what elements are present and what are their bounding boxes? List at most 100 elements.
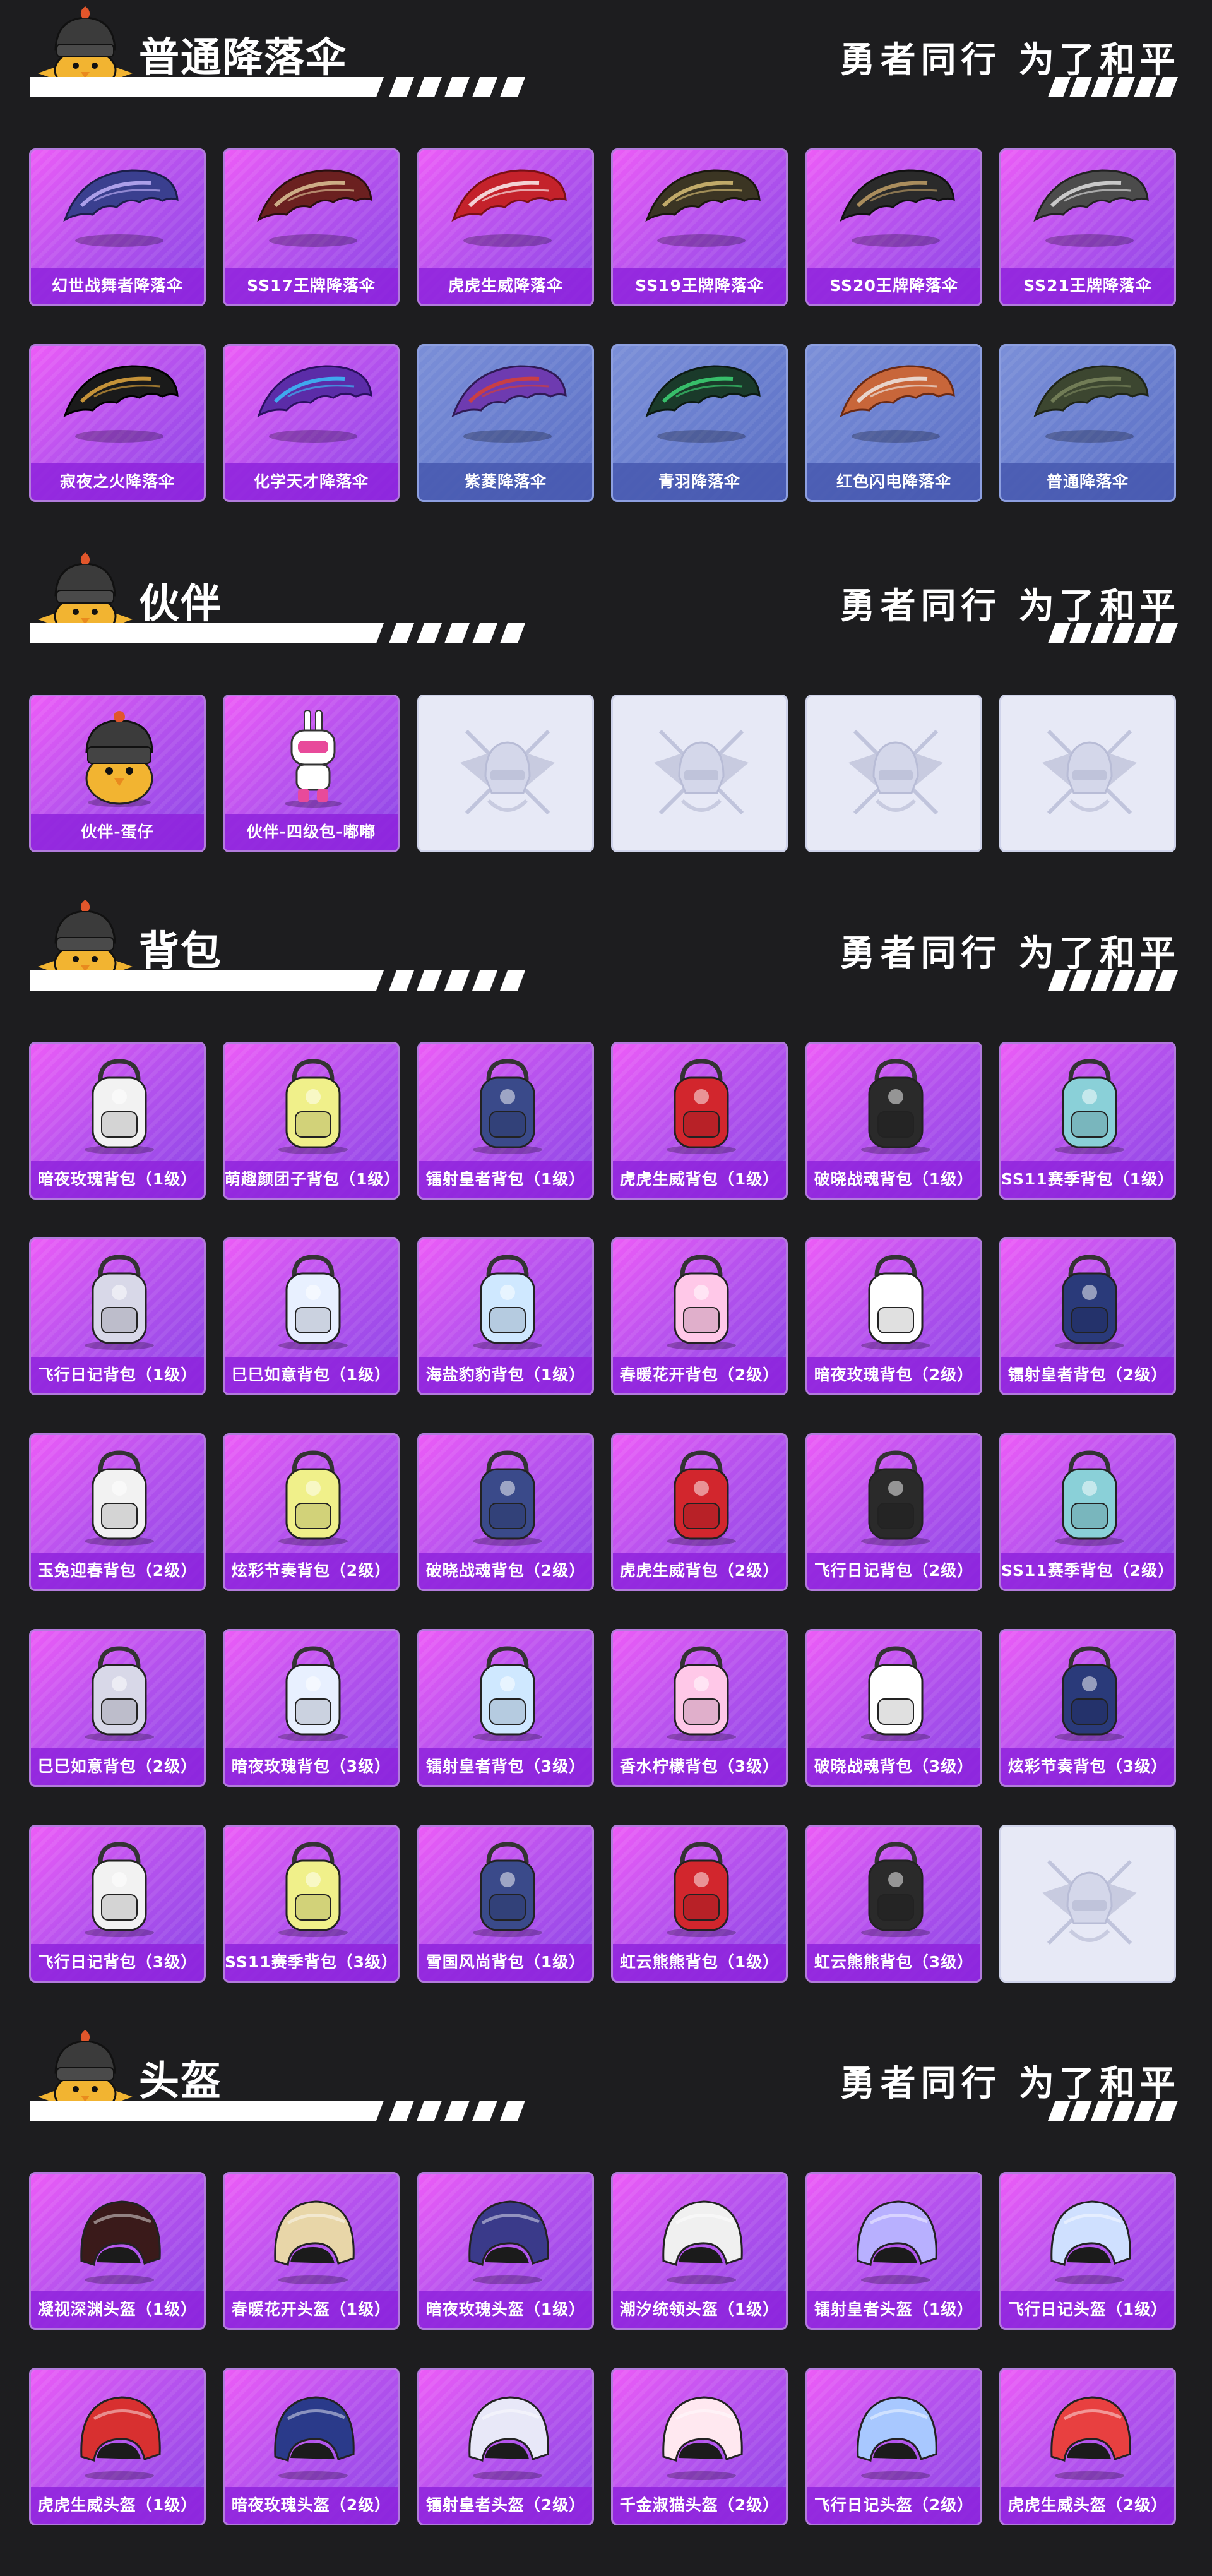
item-card[interactable]: 千金淑猫头盔（2级） xyxy=(611,2368,788,2525)
item-card[interactable]: 虎虎生威头盔（1级） xyxy=(29,2368,206,2525)
item-label: 香水柠檬背包（3级） xyxy=(613,1748,786,1785)
item-card[interactable]: 萌趣颜团子背包（1级） xyxy=(223,1042,400,1200)
item-card[interactable]: 红色闪电降落伞 xyxy=(805,344,982,502)
backpack-icon xyxy=(473,1450,542,1546)
item-card[interactable]: 虎虎生威背包（2级） xyxy=(611,1433,788,1591)
item-label: 炫彩节奏背包（2级） xyxy=(225,1553,398,1589)
slogan-stripes xyxy=(1048,970,1178,991)
item-card[interactable]: 普通降落伞 xyxy=(999,344,1176,502)
item-card[interactable]: 暗夜玫瑰背包（3级） xyxy=(223,1629,400,1787)
item-card[interactable]: 春暖花开头盔（1级） xyxy=(223,2172,400,2330)
empty-item-slot[interactable] xyxy=(611,695,788,852)
item-card[interactable]: 香水柠檬背包（3级） xyxy=(611,1629,788,1787)
item-card[interactable]: 雪国风尚背包（1级） xyxy=(417,1825,594,1983)
item-label: 普通降落伞 xyxy=(1001,463,1174,500)
item-card[interactable]: SS21王牌降落伞 xyxy=(999,148,1176,306)
item-label: 飞行日记头盔（1级） xyxy=(1001,2291,1174,2328)
item-label: SS17王牌降落伞 xyxy=(225,268,398,304)
item-card[interactable]: 暗夜玫瑰背包（2级） xyxy=(805,1237,982,1395)
item-card[interactable]: 虎虎生威背包（1级） xyxy=(611,1042,788,1200)
parachute-icon xyxy=(451,169,567,247)
parachute-icon xyxy=(257,169,372,247)
backpack-icon xyxy=(861,1842,930,1937)
item-card[interactable]: SS11赛季背包（1级） xyxy=(999,1042,1176,1200)
item-card[interactable]: 破晓战魂背包（1级） xyxy=(805,1042,982,1200)
item-label: 幻世战舞者降落伞 xyxy=(31,268,204,304)
item-card[interactable]: 春暖花开背包（2级） xyxy=(611,1237,788,1395)
item-card[interactable]: 暗夜玫瑰头盔（2级） xyxy=(223,2368,400,2525)
item-card[interactable]: 炫彩节奏背包（2级） xyxy=(223,1433,400,1591)
backpack-icon xyxy=(667,1646,736,1741)
item-label: 镭射皇者头盔（2级） xyxy=(419,2487,592,2524)
placeholder-emblem-icon xyxy=(848,729,943,815)
item-card[interactable]: 飞行日记背包（1级） xyxy=(29,1237,206,1395)
backpack-icon xyxy=(667,1059,736,1154)
item-card[interactable]: SS11赛季背包（2级） xyxy=(999,1433,1176,1591)
item-card[interactable]: 镭射皇者背包（3级） xyxy=(417,1629,594,1787)
item-card[interactable]: 暗夜玫瑰背包（1级） xyxy=(29,1042,206,1200)
section-header: 背包 勇者同行 为了和平 xyxy=(0,893,1212,1020)
item-label: 镭射皇者背包（3级） xyxy=(419,1748,592,1785)
item-label: SS20王牌降落伞 xyxy=(807,268,980,304)
item-card[interactable]: 虹云熊熊背包（1级） xyxy=(611,1825,788,1983)
item-card[interactable]: 寂夜之火降落伞 xyxy=(29,344,206,502)
item-card[interactable]: 玉兔迎春背包（2级） xyxy=(29,1433,206,1591)
item-label: SS11赛季背包（1级） xyxy=(1001,1161,1174,1198)
backpack-icon xyxy=(85,1255,154,1350)
item-label: SS11赛季背包（3级） xyxy=(225,1944,398,1981)
item-card[interactable]: 破晓战魂背包（2级） xyxy=(417,1433,594,1591)
item-card[interactable]: 镭射皇者头盔（2级） xyxy=(417,2368,594,2525)
item-card[interactable]: SS11赛季背包（3级） xyxy=(223,1825,400,1983)
item-card[interactable]: 飞行日记背包（3级） xyxy=(29,1825,206,1983)
item-card[interactable]: 虎虎生威头盔（2级） xyxy=(999,2368,1176,2525)
parachute-icon xyxy=(840,365,955,443)
item-card[interactable]: 巳巳如意背包（2级） xyxy=(29,1629,206,1787)
empty-item-slot[interactable] xyxy=(999,695,1176,852)
item-card[interactable]: 凝视深渊头盔（1级） xyxy=(29,2172,206,2330)
item-card[interactable]: 飞行日记头盔（2级） xyxy=(805,2368,982,2525)
backpack-icon xyxy=(278,1842,348,1937)
item-label: 镭射皇者背包（1级） xyxy=(419,1161,592,1198)
item-label: 暗夜玫瑰背包（2级） xyxy=(807,1357,980,1393)
item-card[interactable]: 伙伴-四级包-嘟嘟 xyxy=(223,695,400,852)
item-card[interactable]: 虹云熊熊背包（3级） xyxy=(805,1825,982,1983)
empty-item-slot[interactable] xyxy=(999,1825,1176,1983)
item-card[interactable]: 巳巳如意背包（1级） xyxy=(223,1237,400,1395)
item-card[interactable]: 海盐豹豹背包（1级） xyxy=(417,1237,594,1395)
item-card[interactable]: 暗夜玫瑰头盔（1级） xyxy=(417,2172,594,2330)
item-label: 虎虎生威头盔（1级） xyxy=(31,2487,204,2524)
item-card[interactable]: 紫菱降落伞 xyxy=(417,344,594,502)
item-card[interactable]: 镭射皇者背包（1级） xyxy=(417,1042,594,1200)
item-card[interactable]: 幻世战舞者降落伞 xyxy=(29,148,206,306)
item-card[interactable]: 潮汐统领头盔（1级） xyxy=(611,2172,788,2330)
slogan-text: 勇者同行 为了和平 xyxy=(840,40,1180,81)
item-card[interactable]: 虎虎生威降落伞 xyxy=(417,148,594,306)
item-label: 潮汐统领头盔（1级） xyxy=(613,2291,786,2328)
item-card[interactable]: 青羽降落伞 xyxy=(611,344,788,502)
section-title: 伙伴 xyxy=(139,581,222,628)
title-underline-bar xyxy=(30,970,525,991)
section-0: 普通降落伞 勇者同行 为了和平 幻世战舞者降落伞 SS17王牌降落伞 虎虎生威降… xyxy=(0,0,1212,502)
item-card[interactable]: 镭射皇者头盔（1级） xyxy=(805,2172,982,2330)
backpack-icon xyxy=(861,1255,930,1350)
item-card[interactable]: 炫彩节奏背包（3级） xyxy=(999,1629,1176,1787)
parachute-icon xyxy=(63,169,179,247)
item-card[interactable]: 飞行日记头盔（1级） xyxy=(999,2172,1176,2330)
section-title: 背包 xyxy=(139,928,222,975)
item-card[interactable]: 镭射皇者背包（2级） xyxy=(999,1237,1176,1395)
item-card[interactable]: SS20王牌降落伞 xyxy=(805,148,982,306)
item-card[interactable]: 破晓战魂背包（3级） xyxy=(805,1629,982,1787)
item-card[interactable]: SS19王牌降落伞 xyxy=(611,148,788,306)
parachute-icon xyxy=(1033,365,1149,443)
backpack-icon xyxy=(85,1450,154,1546)
backpack-icon xyxy=(278,1059,348,1154)
backpack-icon xyxy=(861,1450,930,1546)
backpack-icon xyxy=(861,1646,930,1741)
empty-item-slot[interactable] xyxy=(417,695,594,852)
item-card[interactable]: SS17王牌降落伞 xyxy=(223,148,400,306)
item-card[interactable]: 飞行日记背包（2级） xyxy=(805,1433,982,1591)
item-card[interactable]: 化学天才降落伞 xyxy=(223,344,400,502)
empty-item-slot[interactable] xyxy=(805,695,982,852)
item-card[interactable]: 伙伴-蛋仔 xyxy=(29,695,206,852)
item-label: 萌趣颜团子背包（1级） xyxy=(225,1161,398,1198)
